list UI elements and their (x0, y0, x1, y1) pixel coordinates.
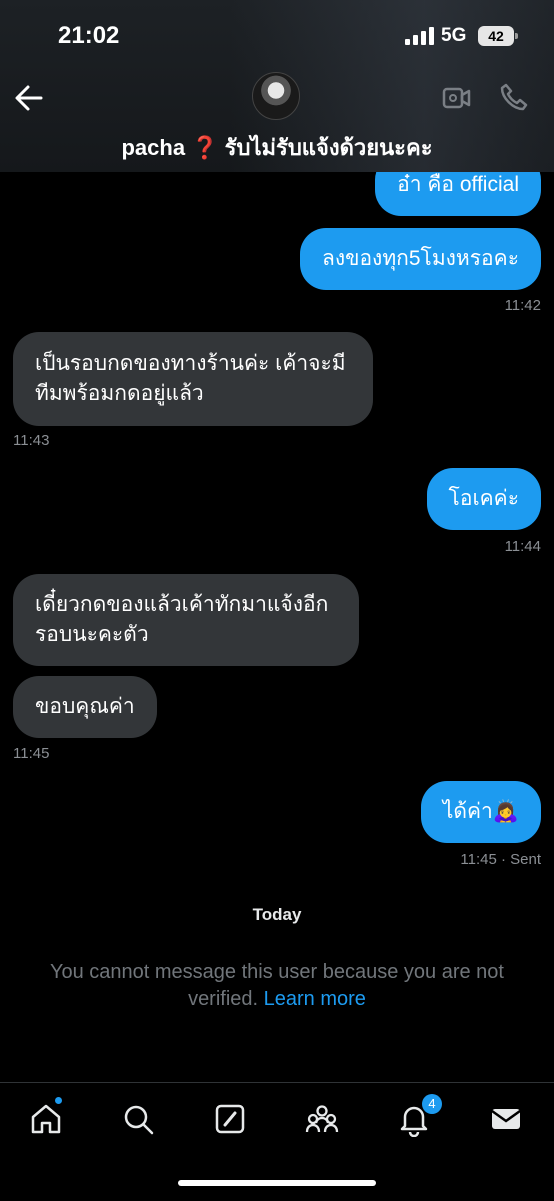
message-timestamp: 11:45 (13, 745, 50, 762)
verification-notice: You cannot message this user because you… (20, 959, 534, 1013)
message-bubble-incoming[interactable]: เป็นรอบกดของทางร้านค่ะ เค้าจะมีทีมพร้อมก… (13, 332, 373, 426)
communities-icon[interactable] (304, 1101, 340, 1137)
network-label: 5G (441, 25, 467, 46)
message-timestamp: 11:43 (13, 432, 50, 449)
search-icon[interactable] (120, 1101, 156, 1137)
message-bubble-outgoing[interactable]: ได้ค่า🙇‍♀️ (420, 781, 541, 843)
chat-title[interactable]: pacha ❓ รับไม่รับแจ้งด้วยนะคะ (0, 130, 554, 165)
notification-badge: 4 (422, 1094, 442, 1114)
home-unread-dot (55, 1097, 62, 1104)
message-timestamp: 11:42 (504, 297, 541, 314)
message-text: ขอบคุณค่า (35, 695, 135, 718)
learn-more-link[interactable]: Learn more (264, 988, 366, 1010)
phone-icon[interactable] (499, 82, 529, 112)
compose-icon[interactable] (212, 1101, 248, 1137)
message-text: ได้ค่า🙇‍♀️ (442, 800, 519, 823)
home-indicator (178, 1180, 376, 1186)
message-bubble-incoming[interactable]: เดี๋ยวกดของแล้วเค้าทักมาแจ้งอีกรอบนะคะตั… (13, 574, 359, 666)
status-time: 21:02 (58, 22, 120, 49)
signal-icon (405, 27, 435, 45)
back-arrow-icon[interactable] (14, 84, 44, 112)
message-text: โอเคค่ะ (448, 487, 519, 510)
status-bar: 21:02 5G 42 (0, 0, 554, 70)
message-bubble-outgoing[interactable]: โอเคค่ะ (426, 468, 541, 530)
message-text: ลงของทุก5โมงหรอคะ (321, 247, 519, 270)
message-text: อ๋า คือ official (397, 173, 519, 196)
home-icon[interactable] (28, 1101, 64, 1137)
message-bubble-outgoing[interactable]: ลงของทุก5โมงหรอคะ (299, 228, 541, 290)
message-thread[interactable]: อ๋า คือ official ลงของทุก5โมงหรอคะ 11:42… (0, 172, 554, 1082)
message-bubble-incoming[interactable]: ขอบคุณค่า (13, 676, 157, 738)
message-timestamp: 11:45 · Sent (460, 851, 541, 868)
day-separator: Today (252, 905, 302, 924)
message-text: เดี๋ยวกดของแล้วเค้าทักมาแจ้งอีกรอบนะคะตั… (35, 593, 329, 646)
message-timestamp: 11:44 (504, 538, 541, 555)
message-bubble-outgoing[interactable]: อ๋า คือ official (375, 172, 541, 216)
video-call-icon[interactable] (442, 84, 472, 112)
message-text: เป็นรอบกดของทางร้านค่ะ เค้าจะมีทีมพร้อมก… (35, 352, 346, 405)
messages-icon[interactable] (488, 1101, 524, 1137)
avatar[interactable] (252, 72, 300, 120)
battery-icon: 42 (478, 26, 518, 46)
